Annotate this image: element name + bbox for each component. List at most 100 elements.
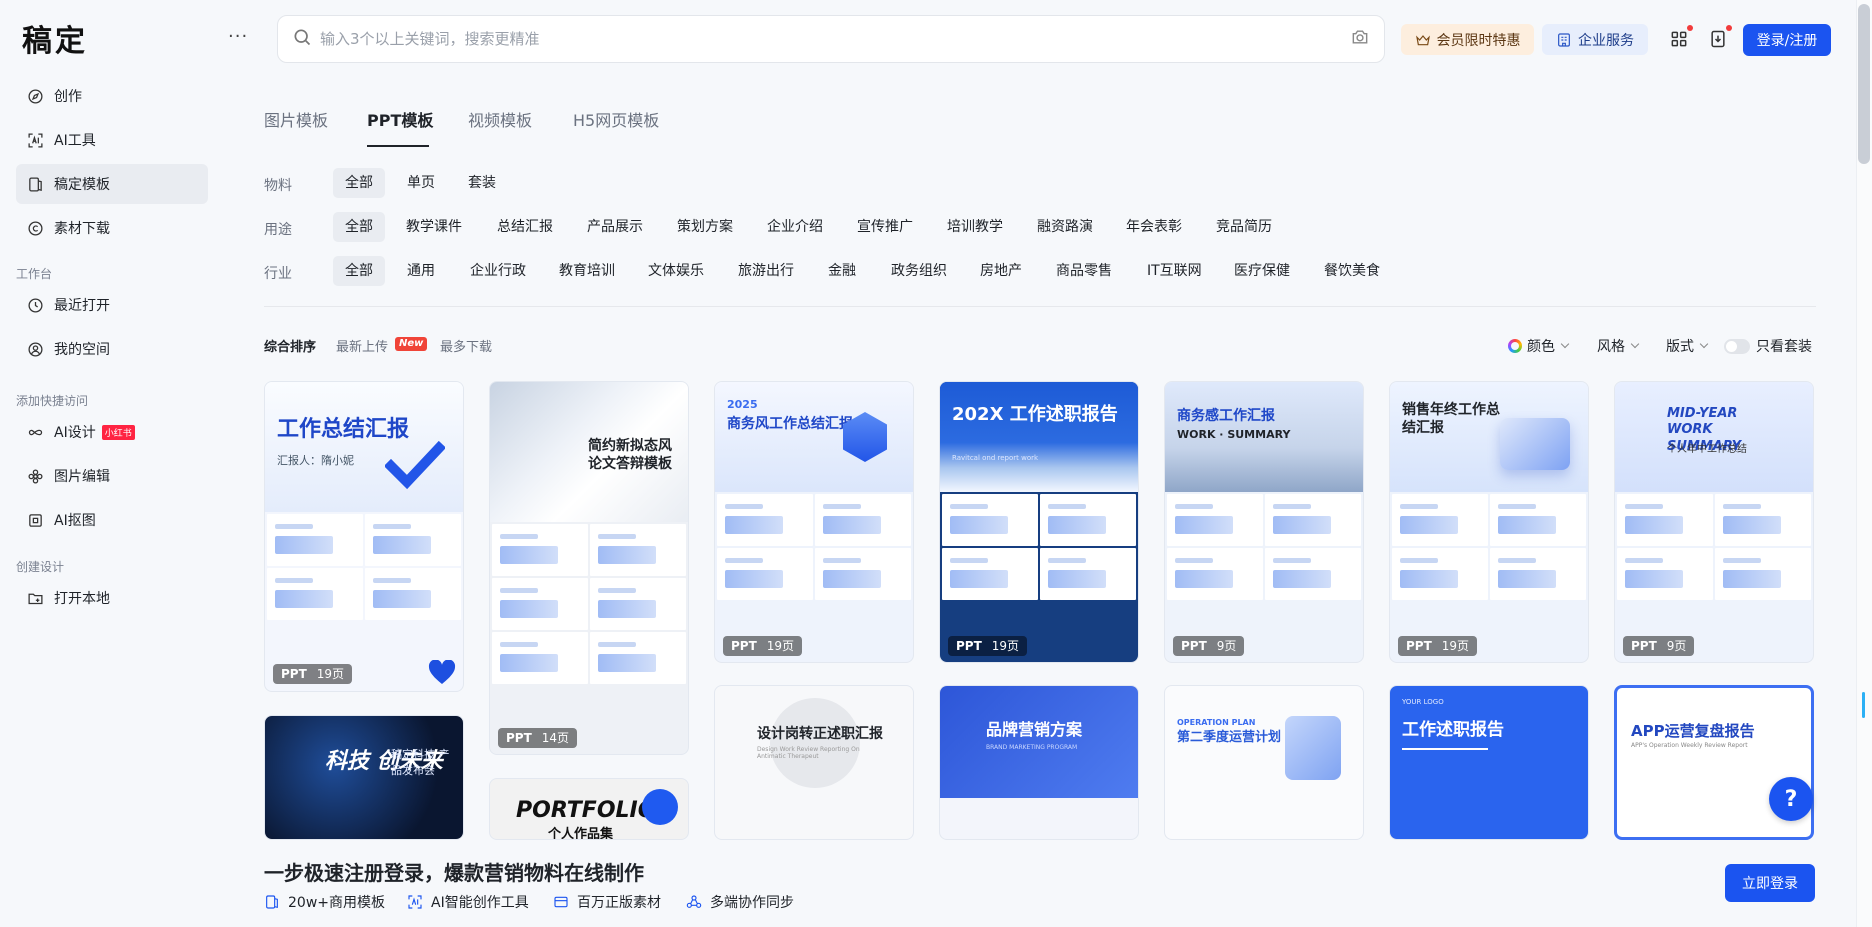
color-filter-dropdown[interactable]: 颜色 xyxy=(1508,336,1570,356)
card-title: 202X 工作述职报告 xyxy=(952,404,1118,425)
sidebar-item-label: AI抠图 xyxy=(54,513,96,529)
card-subtitle: 2025 xyxy=(727,398,758,411)
template-card[interactable]: 商务感工作汇报 WORK · SUMMARY PPT 9页 xyxy=(1164,381,1364,663)
sort-comprehensive[interactable]: 综合排序 xyxy=(264,336,316,355)
filter-chip[interactable]: 全部 xyxy=(333,168,385,198)
banner-title: 一步极速注册登录，爆款营销物料在线制作 xyxy=(264,861,644,885)
filter-chip[interactable]: 总结汇报 xyxy=(485,212,565,242)
filter-chip[interactable]: 年会表彰 xyxy=(1114,212,1194,242)
checkmark-icon xyxy=(385,440,445,490)
sidebar-item-create[interactable]: 创作 xyxy=(16,76,208,116)
filter-chip[interactable]: 商品零售 xyxy=(1044,256,1124,286)
filter-chip[interactable]: 全部 xyxy=(333,212,385,242)
sort-most-downloaded[interactable]: 最多下载 xyxy=(440,336,492,355)
filter-chip[interactable]: 房地产 xyxy=(968,256,1034,286)
template-card[interactable]: 工作总结汇报 汇报人：隋小妮 PPT 19页 xyxy=(264,381,464,692)
filter-chip[interactable]: 政务组织 xyxy=(879,256,959,286)
user-circle-icon xyxy=(26,340,44,358)
filter-divider xyxy=(264,306,1816,307)
sidebar-item-ai-design[interactable]: AI设计 小红书 xyxy=(16,412,208,452)
sidebar-item-image-edit[interactable]: 图片编辑 xyxy=(16,456,208,496)
tab-image-templates[interactable]: 图片模板 xyxy=(264,107,328,131)
decor-circle xyxy=(642,789,678,825)
sidebar-item-label: 最近打开 xyxy=(54,298,110,314)
search-input[interactable] xyxy=(320,30,1350,48)
template-card[interactable]: 销售年终工作总结汇报 PPT 19页 xyxy=(1389,381,1589,663)
illustration-figure xyxy=(1285,716,1341,780)
filter-chip[interactable]: 全部 xyxy=(333,256,385,286)
template-card[interactable]: 2025 商务风工作总结汇报 PPT 19页 xyxy=(714,381,914,663)
filter-chip[interactable]: 套装 xyxy=(456,168,508,198)
card-subtitle: 汇报人：隋小妮 xyxy=(277,454,354,467)
filter-chip[interactable]: 培训教学 xyxy=(935,212,1015,242)
template-card[interactable]: 品牌营销方案 BRAND MARKETING PROGRAM xyxy=(939,685,1139,840)
section-quick-access: 添加快捷访问 xyxy=(16,394,89,408)
filter-chip[interactable]: 文体娱乐 xyxy=(636,256,716,286)
download-icon[interactable] xyxy=(1706,25,1732,51)
filter-chip[interactable]: 竞品简历 xyxy=(1204,212,1284,242)
filter-chip[interactable]: 医疗保健 xyxy=(1222,256,1302,286)
layout-filter-dropdown[interactable]: 版式 xyxy=(1666,336,1709,356)
toggle-switch[interactable] xyxy=(1724,338,1750,354)
filter-chip[interactable]: 企业介绍 xyxy=(755,212,835,242)
template-card[interactable]: OPERATION PLAN 第二季度运营计划 xyxy=(1164,685,1364,840)
filter-chip[interactable]: 产品展示 xyxy=(575,212,655,242)
camera-icon[interactable] xyxy=(1350,27,1370,51)
filter-chip[interactable]: 金融 xyxy=(816,256,868,286)
login-now-button[interactable]: 立即登录 xyxy=(1725,864,1815,902)
chevron-down-icon xyxy=(1699,339,1709,349)
search-bar[interactable] xyxy=(277,15,1385,63)
sidebar-item-materials[interactable]: 素材下载 xyxy=(16,208,208,248)
filter-chip[interactable]: IT互联网 xyxy=(1135,256,1214,286)
style-filter-dropdown[interactable]: 风格 xyxy=(1597,336,1640,356)
sidebar: 稿定 ··· 创作 AI工具 稿定模板 素材下载 工作台 最近打开 我的空间 添… xyxy=(0,0,250,927)
sidebar-item-recent[interactable]: 最近打开 xyxy=(16,285,208,325)
sidebar-item-ai-tools[interactable]: AI工具 xyxy=(16,120,208,160)
sidebar-item-label: 稿定模板 xyxy=(54,177,110,193)
sidebar-item-templates[interactable]: 稿定模板 xyxy=(16,164,208,204)
filter-chip[interactable]: 旅游出行 xyxy=(726,256,806,286)
filter-chip[interactable]: 企业行政 xyxy=(458,256,538,286)
filter-chip[interactable]: 餐饮美食 xyxy=(1312,256,1392,286)
filter-chip[interactable]: 教育培训 xyxy=(547,256,627,286)
chevron-down-icon xyxy=(1560,339,1570,349)
template-card[interactable]: 设计岗转正述职汇报 Design Work Review Reporting O… xyxy=(714,685,914,840)
style-filter-label: 风格 xyxy=(1597,339,1625,355)
sidebar-item-ai-cutout[interactable]: AI抠图 xyxy=(16,500,208,540)
template-card[interactable]: YOUR LOGO 工作述职报告 xyxy=(1389,685,1589,840)
logo[interactable]: 稿定 xyxy=(22,16,88,60)
only-sets-toggle[interactable]: 只看套装 xyxy=(1724,336,1812,356)
active-tab-indicator xyxy=(367,145,429,147)
sidebar-item-label: 素材下载 xyxy=(54,221,110,237)
vip-offer-button[interactable]: 会员限时特惠 xyxy=(1401,24,1534,55)
apps-grid-icon[interactable] xyxy=(1667,25,1693,51)
card-preview-grid xyxy=(940,492,1138,602)
copyright-icon xyxy=(26,219,44,237)
template-card[interactable]: MID-YEAR WORK SUMMARY 个人年中工作总结 PPT 9页 xyxy=(1614,381,1814,663)
template-card[interactable]: 202X 工作述职报告 Ravitcal ond report work PPT… xyxy=(939,381,1139,663)
scrollbar-thumb[interactable] xyxy=(1858,4,1870,164)
filter-chip[interactable]: 策划方案 xyxy=(665,212,745,242)
filter-chip[interactable]: 融资路演 xyxy=(1025,212,1105,242)
card-subtitle: Design Work Review Reporting On Antimati… xyxy=(757,746,860,760)
section-workspace: 工作台 xyxy=(16,267,53,281)
sidebar-item-label: 图片编辑 xyxy=(54,469,110,485)
enterprise-service-button[interactable]: 企业服务 xyxy=(1542,24,1648,55)
sidebar-item-open-local[interactable]: 打开本地 xyxy=(16,578,208,618)
filter-chip[interactable]: 宣传推广 xyxy=(845,212,925,242)
tab-h5-templates[interactable]: H5网页模板 xyxy=(573,107,659,131)
template-card[interactable]: PORTFOLIO 个人作品集 xyxy=(489,778,689,840)
sidebar-item-my-space[interactable]: 我的空间 xyxy=(16,329,208,369)
more-menu-button[interactable]: ··· xyxy=(228,26,248,47)
sort-newest[interactable]: 最新上传 xyxy=(336,336,388,355)
template-card[interactable]: 简约新拟态风论文答辩模板 PPT 14页 xyxy=(489,381,689,755)
template-card[interactable]: 科技 创未来 稿定科技 产品发布会 xyxy=(264,715,464,840)
help-button[interactable]: ? xyxy=(1769,777,1813,821)
filter-chip[interactable]: 教学课件 xyxy=(394,212,474,242)
tab-ppt-templates[interactable]: PPT模板 xyxy=(367,107,433,131)
login-register-button[interactable]: 登录/注册 xyxy=(1743,24,1831,56)
tab-video-templates[interactable]: 视频模板 xyxy=(468,107,532,131)
card-subtitle: BRAND MARKETING PROGRAM xyxy=(986,744,1078,751)
filter-chip[interactable]: 单页 xyxy=(395,168,447,198)
filter-chip[interactable]: 通用 xyxy=(395,256,447,286)
